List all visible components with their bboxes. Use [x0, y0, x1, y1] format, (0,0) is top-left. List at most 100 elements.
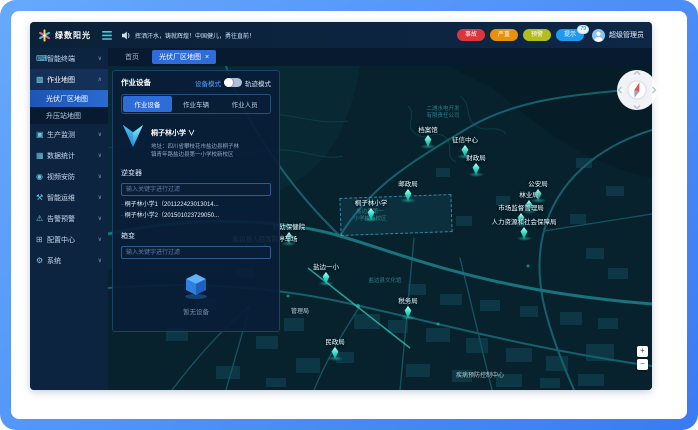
inverter-list-item[interactable]: 桐子林小学1（201122423013014...: [121, 200, 271, 211]
chevron-icon: ∧: [98, 76, 102, 83]
sidebar-item[interactable]: ⊞ 配置中心 ∨: [30, 229, 108, 250]
tab[interactable]: 光伏厂区地图 ×: [152, 50, 216, 64]
inverter-list-item[interactable]: 桐子林小学2（201501023729050...: [121, 211, 271, 222]
map-place-label: 二滩水电开发 有限责任公司: [426, 106, 459, 120]
alarm-badge[interactable]: 预警: [523, 29, 551, 41]
panel-tab[interactable]: 作业设备: [123, 96, 172, 112]
alarm-badge[interactable]: 事故: [457, 29, 485, 41]
map-zoom-controls: + −: [637, 346, 648, 370]
monitor-icon: ▣: [36, 131, 47, 139]
logo-star-icon: [38, 29, 51, 42]
tab-close-icon[interactable]: ×: [205, 54, 209, 61]
marker-label: 财政局: [466, 152, 486, 162]
beacon-icon: [424, 135, 433, 147]
sidebar-item[interactable]: 升压站地图: [30, 107, 108, 124]
empty-state: 暂无设备: [121, 271, 271, 316]
maintenance-icon: ⚒: [36, 194, 47, 202]
compass-control[interactable]: [615, 68, 659, 112]
terminal-icon: ⌨: [36, 55, 47, 63]
sidebar: ⌨ 智能终端 ∨ ▩ 作业地图 ∧ 光伏厂区地图: [30, 48, 108, 390]
track-mode-label[interactable]: 轨迹模式: [245, 78, 271, 88]
location-address: 地址：四川省攀枝花市盐边县桐子林 镇青年路盐边县第一小学校新校区: [151, 143, 239, 160]
marker-label: 市场监督管理局: [498, 202, 544, 212]
empty-state-text: 暂无设备: [121, 306, 271, 316]
alarm-icon: ⚠: [36, 215, 47, 223]
stats-icon: ▦: [36, 152, 47, 160]
inverter-section-label: 逆变器: [121, 168, 271, 178]
zoom-in-button[interactable]: +: [637, 346, 648, 357]
sidebar-item-label: 光伏厂区地图: [46, 94, 88, 104]
inverter-list: 桐子林小学1（201122423013014...桐子林小学2（20150102…: [121, 200, 271, 223]
marker-label: 征信中心: [452, 134, 478, 144]
map-marker[interactable]: 人力资源和社会保障局: [492, 216, 557, 241]
sidebar-item-label: 生产监测: [47, 130, 75, 140]
sidebar-item-label: 告警预警: [47, 214, 75, 224]
map-marker[interactable]: 桐子林小学: [355, 197, 388, 222]
user-menu[interactable]: 超级管理员: [592, 29, 644, 42]
map-marker[interactable]: 档案馆: [418, 124, 438, 149]
panel-tab[interactable]: 作业车辆: [172, 96, 221, 112]
chevron-icon: ∨: [98, 215, 102, 222]
menu-collapse-icon[interactable]: [102, 31, 112, 40]
marker-label: 邮政局: [398, 178, 418, 188]
chevron-icon: ∨: [98, 55, 102, 62]
sidebar-item[interactable]: ⚒ 智能运维 ∨: [30, 187, 108, 208]
sidebar-item[interactable]: ▩ 作业地图 ∧: [30, 69, 108, 90]
map-marker[interactable]: 民政局: [325, 336, 345, 361]
map-marker[interactable]: 税务局: [398, 295, 418, 320]
toggle-knob: [224, 78, 233, 87]
sidebar-item[interactable]: ⌨ 智能终端 ∨: [30, 48, 108, 69]
sidebar-item[interactable]: ▣ 生产监测 ∨: [30, 124, 108, 145]
camera-icon: ◉: [36, 173, 47, 181]
announcement-bar: 挥洒汗水，铸就辉煌！中国健儿，勇往直前！: [122, 31, 457, 40]
zoom-out-button[interactable]: −: [637, 359, 648, 370]
chevron-icon: ∨: [98, 131, 102, 138]
sidebar-item[interactable]: ⚠ 告警预警 ∨: [30, 208, 108, 229]
tab[interactable]: 首页: [118, 50, 146, 64]
map-marker[interactable]: 财政局: [466, 152, 486, 177]
mode-toggle[interactable]: [224, 78, 242, 87]
map-marker[interactable]: 盐边一小: [313, 261, 339, 286]
app-title: 绿数阳光: [55, 30, 91, 41]
chevron-icon: ∨: [98, 173, 102, 180]
beacon-icon: [404, 189, 413, 201]
sidebar-item[interactable]: ◉ 视频安防 ∨: [30, 166, 108, 187]
device-mode-label[interactable]: 设备模式: [195, 78, 221, 88]
sidebar-item[interactable]: ▦ 数据统计 ∨: [30, 145, 108, 166]
marker-label: 档案馆: [418, 124, 438, 134]
map-place-label: 疾病预防控制中心: [456, 373, 504, 381]
sidebar-item-label: 作业地图: [47, 75, 75, 85]
header: 绿数阳光 挥洒汗水，铸就辉煌！中国健儿，勇往直前！ 事故 严重: [30, 22, 652, 48]
sidebar-item-label: 视频安防: [47, 172, 75, 182]
chevron-down-icon: ∨: [188, 130, 195, 137]
marker-label: 公安局: [528, 178, 548, 188]
alarm-badge[interactable]: 提示 79: [556, 29, 584, 41]
beacon-icon: [331, 347, 340, 359]
chevron-icon: ∨: [98, 152, 102, 159]
sidebar-item[interactable]: 光伏厂区地图: [30, 90, 108, 107]
location-dropdown[interactable]: 桐子林小学 ∨: [151, 130, 195, 137]
box-transformer-section-label: 箱变: [121, 231, 271, 241]
beacon-icon: [404, 306, 413, 318]
inverter-filter-input[interactable]: [121, 183, 271, 196]
marker-label: 林业局: [519, 189, 539, 199]
chevron-icon: ∨: [98, 194, 102, 201]
beacon-icon: [367, 208, 376, 220]
panel-tab[interactable]: 作业人员: [220, 96, 269, 112]
sidebar-item[interactable]: ⚙ 系统 ∨: [30, 250, 108, 271]
map-place-label: 盐边县文化馆: [368, 278, 401, 285]
marker-label: 民政局: [325, 336, 345, 346]
mode-toggle-group: 设备模式 轨迹模式: [195, 78, 271, 88]
marker-label: 税务局: [398, 295, 418, 305]
content: 首页 光伏厂区地图 ×: [108, 48, 652, 390]
map-marker[interactable]: 邮政局: [398, 178, 418, 203]
alarm-badges: 事故 严重 预警 提示 79: [457, 29, 584, 41]
beacon-icon: [472, 163, 481, 175]
map-icon: ▩: [36, 76, 47, 84]
tab-bar: 首页 光伏厂区地图 ×: [108, 48, 652, 66]
box-transformer-filter-input[interactable]: [121, 246, 271, 259]
alarm-badge[interactable]: 严重: [490, 29, 518, 41]
avatar[interactable]: [592, 29, 605, 42]
alarm-count-badge: 79: [577, 25, 589, 34]
empty-box-icon: [182, 271, 210, 299]
